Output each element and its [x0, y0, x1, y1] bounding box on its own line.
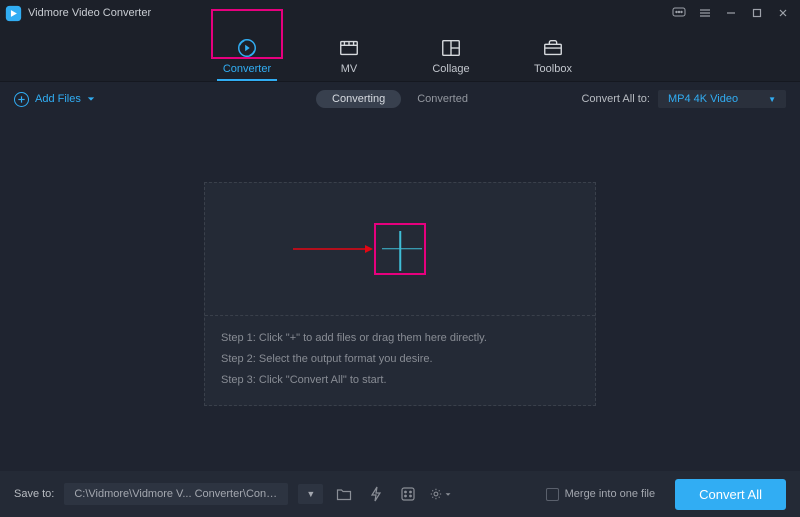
output-format-select[interactable]: MP4 4K Video ▼ — [658, 90, 786, 108]
open-folder-button[interactable] — [333, 483, 355, 505]
mv-icon — [338, 37, 360, 59]
tab-label: Collage — [432, 63, 469, 75]
chevron-down-icon — [87, 95, 95, 103]
tab-mv[interactable]: MV — [319, 37, 379, 81]
settings-button[interactable] — [429, 483, 451, 505]
status-tabs: Converting Converted — [316, 90, 484, 108]
merge-label: Merge into one file — [565, 488, 656, 500]
merge-checkbox[interactable]: Merge into one file — [546, 488, 656, 501]
tab-toolbox[interactable]: Toolbox — [523, 37, 583, 81]
chevron-down-icon: ▼ — [768, 95, 776, 104]
instructions: Step 1: Click "+" to add files or drag t… — [205, 316, 595, 405]
task-schedule-button[interactable] — [397, 483, 419, 505]
tab-label: Converter — [223, 63, 271, 75]
app-title: Vidmore Video Converter — [28, 7, 151, 19]
hardware-accel-button[interactable] — [365, 483, 387, 505]
annotation-arrow — [293, 244, 373, 254]
tab-label: MV — [341, 63, 358, 75]
checkbox-icon — [546, 488, 559, 501]
add-files-label: Add Files — [35, 93, 81, 105]
tab-collage[interactable]: Collage — [421, 37, 481, 81]
save-path-dropdown[interactable]: ▼ — [298, 484, 323, 504]
menu-icon[interactable] — [692, 3, 718, 23]
convert-all-to: Convert All to: MP4 4K Video ▼ — [581, 90, 786, 108]
save-to-label: Save to: — [14, 488, 54, 500]
instruction-step-2: Step 2: Select the output format you des… — [221, 349, 579, 370]
converted-tab[interactable]: Converted — [401, 90, 484, 108]
add-file-plus-icon[interactable] — [374, 223, 426, 275]
feedback-icon[interactable] — [666, 3, 692, 23]
instruction-step-3: Step 3: Click "Convert All" to start. — [221, 370, 579, 391]
tab-converter[interactable]: Converter — [217, 37, 277, 81]
close-button[interactable] — [770, 3, 796, 23]
file-drop-zone[interactable]: Step 1: Click "+" to add files or drag t… — [204, 182, 596, 406]
convert-all-to-label: Convert All to: — [581, 93, 649, 105]
converting-tab[interactable]: Converting — [316, 90, 401, 108]
toolbox-icon — [542, 37, 564, 59]
collage-icon — [440, 37, 462, 59]
app-logo-icon — [4, 4, 22, 22]
convert-all-button[interactable]: Convert All — [675, 479, 786, 510]
main-nav: Converter MV Collage Toolbox — [0, 26, 800, 82]
instruction-step-1: Step 1: Click "+" to add files or drag t… — [221, 328, 579, 349]
save-path-field[interactable]: C:\Vidmore\Vidmore V... Converter\Conver… — [64, 483, 288, 505]
plus-circle-icon — [14, 92, 29, 107]
maximize-button[interactable] — [744, 3, 770, 23]
add-files-button[interactable]: Add Files — [14, 92, 95, 107]
tab-label: Toolbox — [534, 63, 572, 75]
converter-icon — [236, 37, 258, 59]
output-format-value: MP4 4K Video — [668, 93, 738, 105]
minimize-button[interactable] — [718, 3, 744, 23]
